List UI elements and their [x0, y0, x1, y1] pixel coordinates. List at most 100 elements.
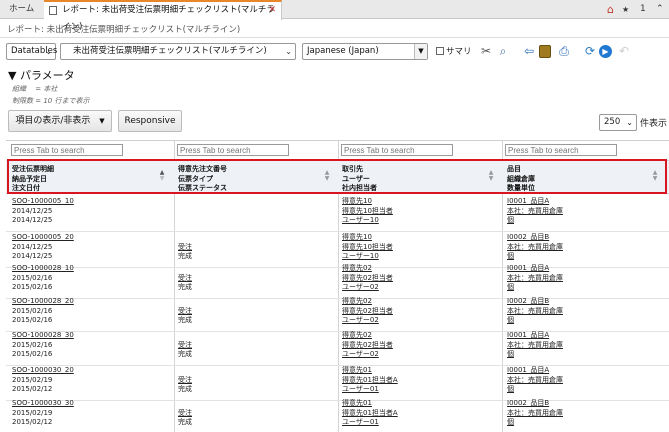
back-icon[interactable]: ↶	[616, 43, 632, 59]
chevron-down-icon: ▼	[414, 44, 427, 59]
table-cell[interactable]: 本社：売買用倉庫	[507, 243, 563, 253]
report-select[interactable]: 未出荷受注伝票明細チェックリスト(マルチライン) ⌄	[60, 43, 296, 60]
table-cell[interactable]: SOO-1000030_30	[12, 399, 74, 409]
table-cell[interactable]: ユーザー02	[342, 283, 379, 293]
table-cell[interactable]: 個	[507, 216, 514, 226]
breadcrumb: レポート: 未出荷受注伝票明細チェックリスト(マルチライン)	[7, 25, 241, 35]
table-cell[interactable]: I0001_品目A	[507, 197, 549, 207]
mode-select[interactable]: Datatables ⌄	[6, 43, 57, 60]
table-cell[interactable]: 本社：売買用倉庫	[507, 207, 563, 217]
table-cell: 2014/12/25	[12, 242, 53, 251]
table-cell[interactable]: SOO-1000005_20	[12, 233, 74, 243]
column-search-4[interactable]	[505, 144, 617, 156]
table-cell[interactable]: ユーザー01	[342, 385, 379, 395]
page-size-label: 件表示	[640, 119, 668, 129]
table-cell: 2015/02/12	[12, 418, 53, 426]
table-cell[interactable]: 得意先10担当者	[342, 207, 393, 217]
table-cell[interactable]: 本社：売買用倉庫	[507, 341, 563, 351]
table-cell[interactable]: SOO-1000028_10	[12, 264, 74, 274]
table-cell[interactable]: I0001_品目A	[507, 264, 549, 274]
table-cell[interactable]: SOO-1000028_20	[12, 297, 74, 307]
table-cell[interactable]: 個	[507, 252, 514, 262]
table-cell[interactable]: I0002_品目B	[507, 233, 549, 243]
table-cell[interactable]: 得意先02担当者	[342, 307, 393, 317]
table-cell[interactable]: 個	[507, 418, 514, 428]
table-cell[interactable]: 受注	[178, 341, 192, 351]
table-row	[6, 398, 669, 432]
table-cell: 完成	[178, 418, 192, 426]
table-cell[interactable]: SOO-1000028_30	[12, 331, 74, 341]
table-cell[interactable]: SOO-1000005_10	[12, 197, 74, 207]
column-visibility-button[interactable]: 項目の表示/非表示 ▼	[8, 110, 112, 132]
table-cell: 2015/02/16	[12, 306, 53, 315]
param-limit: 制限数 = 10 行まで表示	[12, 97, 90, 105]
table-cell[interactable]: 得意先02	[342, 264, 372, 274]
table-cell[interactable]: SOO-1000030_20	[12, 366, 74, 376]
table-cell[interactable]: 得意先10	[342, 197, 372, 207]
table-cell[interactable]: ユーザー02	[342, 316, 379, 326]
table-cell[interactable]: 受注	[178, 376, 192, 386]
tab-report[interactable]: レポート: 未出荷受注伝票明細チェックリスト(マルチライン) ✕	[44, 0, 282, 32]
column-search-2[interactable]	[177, 144, 289, 156]
table-cell[interactable]: 本社：売買用倉庫	[507, 409, 563, 419]
table-cell[interactable]: 得意先02	[342, 331, 372, 341]
home-icon[interactable]: ⌂	[607, 0, 614, 19]
language-select[interactable]: Japanese (Japan) ▼	[302, 43, 428, 60]
table-cell[interactable]: I0001_品目A	[507, 366, 549, 376]
table-cell: 完成	[178, 385, 192, 393]
table-cell[interactable]: 受注	[178, 409, 192, 419]
responsive-button[interactable]: Responsive	[118, 110, 182, 132]
table-cell: 完成	[178, 283, 192, 291]
table-cell[interactable]: 個	[507, 283, 514, 293]
table-row	[6, 330, 669, 366]
table-cell[interactable]: ユーザー10	[342, 216, 379, 226]
page-size-select[interactable]: 250 ⌄	[599, 114, 637, 131]
scissors-icon[interactable]: ✂	[478, 43, 494, 59]
table-cell[interactable]: I0001_品目A	[507, 331, 549, 341]
table-cell: 2015/02/19	[12, 408, 53, 417]
table-cell[interactable]: 得意先02	[342, 297, 372, 307]
chevron-down-icon: ⌄	[626, 118, 633, 127]
table-cell: 2015/02/16	[12, 283, 53, 291]
divider	[0, 37, 669, 38]
table-cell[interactable]: 個	[507, 316, 514, 326]
table-cell[interactable]: 受注	[178, 307, 192, 317]
refresh-icon[interactable]: ⟳	[582, 43, 598, 59]
table-cell[interactable]: 本社：売買用倉庫	[507, 274, 563, 284]
table-cell[interactable]: I0002_品目B	[507, 399, 549, 409]
save-icon[interactable]	[539, 45, 551, 58]
search-icon[interactable]: ⌕	[495, 43, 511, 59]
table-cell[interactable]: 得意先01担当者A	[342, 409, 398, 419]
table-cell[interactable]: ユーザー01	[342, 418, 379, 428]
table-row	[6, 365, 669, 401]
table-cell[interactable]: 本社：売買用倉庫	[507, 376, 563, 386]
table-cell[interactable]: 個	[507, 385, 514, 395]
table-cell[interactable]: 本社：売買用倉庫	[507, 307, 563, 317]
run-icon[interactable]: ▶	[599, 45, 612, 58]
summary-label: サマリ	[446, 47, 472, 57]
table-cell[interactable]: ユーザー10	[342, 252, 379, 262]
table-cell[interactable]: 得意先01	[342, 399, 372, 409]
table-cell[interactable]: 得意先02担当者	[342, 341, 393, 351]
table-cell[interactable]: 受注	[178, 274, 192, 284]
column-search-3[interactable]	[341, 144, 453, 156]
table-cell[interactable]: ユーザー02	[342, 350, 379, 360]
table-cell[interactable]: 得意先02担当者	[342, 274, 393, 284]
column-search-1[interactable]	[11, 144, 123, 156]
table-cell[interactable]: 得意先01担当者A	[342, 376, 398, 386]
close-icon[interactable]: ✕	[268, 2, 276, 19]
table-cell[interactable]: 得意先10担当者	[342, 243, 393, 253]
star-icon[interactable]: ★	[622, 0, 629, 19]
print-icon[interactable]: ⎙	[556, 43, 572, 59]
parameter-heading[interactable]: ▼ パラメータ	[8, 67, 75, 83]
summary-checkbox[interactable]	[436, 47, 444, 55]
tab-home[interactable]: ホーム	[0, 0, 44, 19]
table-cell[interactable]: 得意先10	[342, 233, 372, 243]
table-cell[interactable]: 得意先01	[342, 366, 372, 376]
export-icon[interactable]: ⇦	[521, 43, 537, 59]
table-cell: 2015/02/16	[12, 350, 53, 358]
table-cell[interactable]: I0002_品目B	[507, 297, 549, 307]
table-cell[interactable]: 個	[507, 350, 514, 360]
chevron-up-icon[interactable]: ⌃	[656, 0, 664, 19]
table-cell[interactable]: 受注	[178, 243, 192, 253]
